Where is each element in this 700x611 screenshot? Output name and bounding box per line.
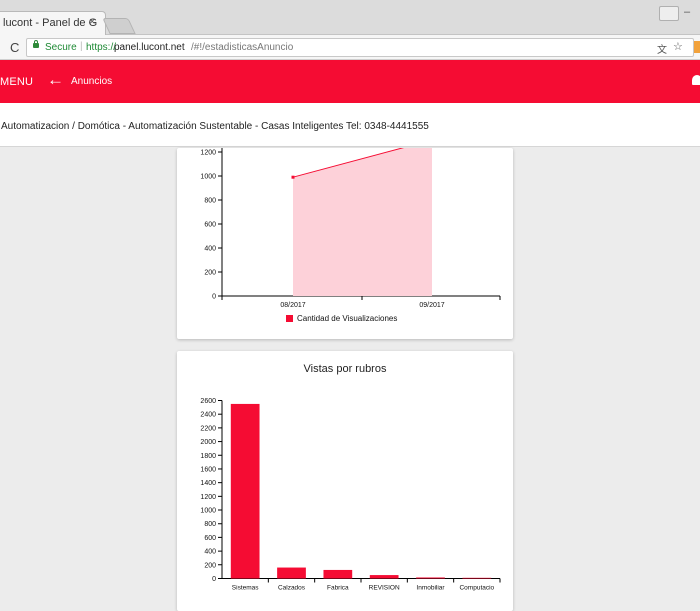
y-tick-label: 200 (204, 270, 216, 277)
url-host: panel.lucont.net (114, 42, 185, 53)
y-tick-label: 2400 (200, 412, 216, 419)
secure-label: Secure (45, 42, 77, 53)
translate-icon[interactable]: 文 (657, 41, 667, 56)
bar-inmobiliar (416, 577, 445, 579)
browser-tab[interactable]: lucont - Panel de G × (0, 11, 106, 35)
tab-title: lucont - Panel de G (3, 17, 98, 29)
y-tick-label: 400 (204, 549, 216, 556)
chart-legend: Cantidad de Visualizaciones (286, 314, 397, 323)
legend-swatch (286, 315, 293, 322)
x-tick-label: Inmobiliar (416, 585, 445, 592)
x-tick-label: 08/2017 (280, 302, 305, 309)
views-by-category-card: Vistas por rubros 0 200 400 600 800 1000 1200 1… (177, 351, 513, 611)
y-tick-label: 0 (212, 576, 216, 583)
y-tick-label: 1600 (200, 466, 216, 473)
y-tick-label: 1400 (200, 480, 216, 487)
minimize-icon[interactable]: – (684, 6, 690, 18)
url-path: /#!/estadisticasAnuncio (191, 42, 294, 53)
y-tick-label: 1800 (200, 453, 216, 460)
bar-sistemas (230, 403, 260, 579)
bar-computacio (462, 577, 492, 579)
y-tick-label: 1200 (200, 494, 216, 501)
y-tick-label: 0 (212, 294, 216, 301)
y-tick-label: 200 (204, 562, 216, 569)
profile-icon[interactable] (659, 6, 679, 21)
tab-close-icon[interactable]: × (89, 16, 95, 28)
url-separator: | (80, 41, 83, 52)
company-header: Automatizacion / Domótica - Automatizaci… (0, 103, 700, 147)
views-over-time-chart: 0 200 400 600 800 1000 1200 08/2017 09/2017 (200, 148, 501, 309)
y-tick-label: 800 (204, 198, 216, 205)
section-title: Anuncios (71, 76, 113, 87)
extension-icon[interactable] (694, 41, 700, 53)
url-scheme: https:// (86, 42, 117, 53)
x-tick-label: Fabrica (327, 585, 349, 592)
address-bar[interactable]: Secure | https:// panel.lucont.net /#!/e… (26, 38, 694, 57)
menu-button[interactable]: MENU (0, 76, 33, 88)
y-tick-label: 800 (204, 521, 216, 528)
area-fill (293, 148, 432, 296)
bar-revision (369, 575, 399, 579)
x-tick-label: 09/2017 (419, 302, 444, 309)
back-arrow-icon[interactable]: ← (47, 70, 64, 90)
data-point (291, 175, 295, 179)
y-tick-label: 2200 (200, 425, 216, 432)
notification-bell-icon[interactable] (692, 75, 700, 85)
y-tick-label: 600 (204, 222, 216, 229)
x-tick-label: Calzados (278, 585, 306, 592)
y-tick-label: 1000 (200, 174, 216, 181)
legend-label: Cantidad de Visualizaciones (297, 314, 398, 323)
x-tick-label: REVISION (369, 585, 400, 592)
y-tick-label: 2000 (200, 439, 216, 446)
y-tick-label: 1000 (200, 508, 216, 515)
y-tick-label: 400 (204, 246, 216, 253)
x-tick-label: Sistemas (232, 585, 259, 592)
lock-icon (33, 40, 39, 48)
company-info: Automatizacion / Domótica - Automatizaci… (1, 121, 429, 132)
y-tick-label: 600 (204, 535, 216, 542)
x-tick-label: Computacio (459, 585, 494, 592)
reload-icon[interactable]: C (10, 40, 19, 55)
y-tick-label: 2600 (200, 398, 216, 405)
views-over-time-card: 0 200 400 600 800 1000 1200 08/2017 09/2017 Cant… (177, 148, 513, 339)
chart-title: Vistas por rubros (303, 363, 387, 375)
bar-calzados (277, 567, 306, 579)
bookmark-star-icon[interactable]: ☆ (673, 40, 683, 53)
views-by-category-chart: 0 200 400 600 800 1000 1200 1400 1600 1800 2000 220… (200, 398, 501, 592)
app-header: MENU ← Anuncios (0, 60, 700, 103)
y-tick-label: 1200 (200, 150, 216, 157)
bar-fabrica (323, 569, 353, 579)
